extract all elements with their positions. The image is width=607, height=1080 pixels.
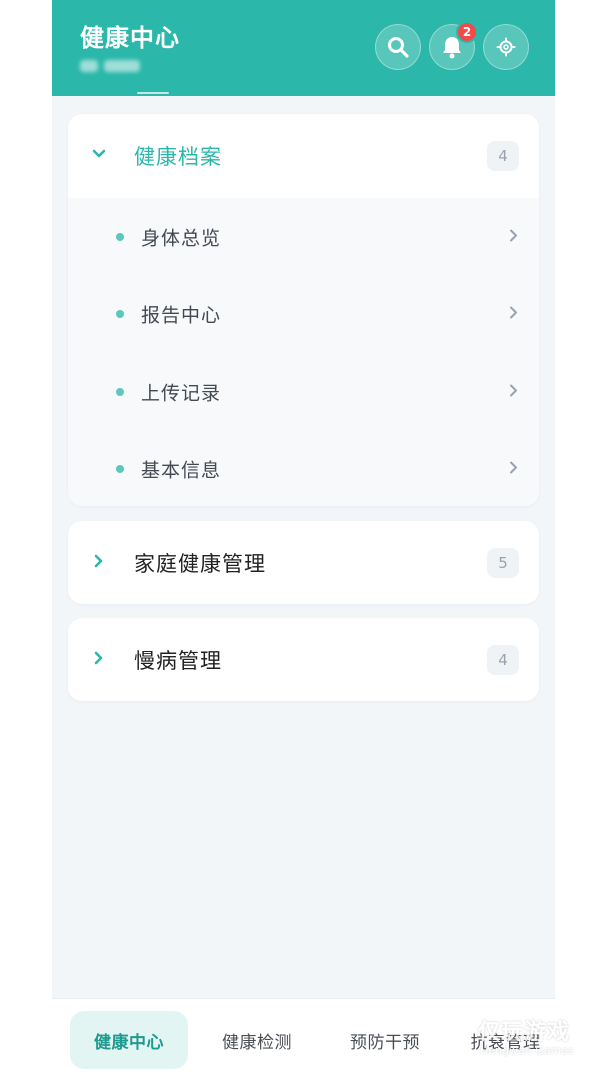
search-button[interactable] <box>375 24 421 70</box>
submenu-label: 报告中心 <box>141 304 222 327</box>
menu-title: 健康档案 <box>134 145 222 169</box>
count-badge: 4 <box>487 644 519 675</box>
chevron-right-icon <box>509 382 519 401</box>
menu-title: 家庭健康管理 <box>134 551 266 576</box>
chevron-right-icon <box>90 552 108 574</box>
menu-header-family-health[interactable]: 家庭健康管理 5 <box>68 521 539 604</box>
notification-badge: 2 <box>456 21 478 43</box>
nav-tab-health-check[interactable]: 健康检测 <box>200 1011 314 1069</box>
bullet-dot <box>116 465 124 474</box>
search-icon <box>386 35 410 59</box>
submenu-list: 身体总览 报告中心 上传记录 基本信息 <box>68 198 539 506</box>
header-divider <box>137 92 169 94</box>
submenu-label: 基本信息 <box>141 459 222 482</box>
page-title: 健康中心 <box>80 24 180 52</box>
submenu-label: 上传记录 <box>141 382 222 405</box>
menu-header-chronic-disease[interactable]: 慢病管理 4 <box>68 618 539 701</box>
user-subtitle-blurred <box>80 58 148 74</box>
app-screen: 健康中心 2 健康档案 4 身体总览 报告中心 上传记录 基本信息 家庭健康管理… <box>52 0 555 1080</box>
nav-tab-health-center[interactable]: 健康中心 <box>70 1011 188 1069</box>
nav-tab-prevention[interactable]: 预防干预 <box>328 1011 442 1069</box>
chevron-right-icon <box>90 649 108 671</box>
gear-icon <box>496 37 516 57</box>
submenu-item-basic-info[interactable]: 基本信息 <box>68 431 539 507</box>
submenu-item-upload-records[interactable]: 上传记录 <box>68 353 539 431</box>
submenu-label: 身体总览 <box>141 227 222 250</box>
chevron-down-icon <box>90 145 108 167</box>
notification-button[interactable]: 2 <box>429 21 478 70</box>
menu-header-health-records[interactable]: 健康档案 4 <box>68 114 539 198</box>
chevron-right-icon <box>509 460 519 479</box>
bullet-dot <box>116 387 124 396</box>
chevron-right-icon <box>509 305 519 324</box>
menu-card-chronic-disease: 慢病管理 4 <box>68 618 539 701</box>
nav-tab-anti-aging[interactable]: 抗衰管理 <box>456 1011 555 1069</box>
menu-title: 慢病管理 <box>134 648 222 673</box>
bullet-dot <box>116 232 124 241</box>
count-badge: 4 <box>487 141 519 171</box>
menu-card-health-records: 健康档案 4 身体总览 报告中心 上传记录 基本信息 <box>68 114 539 506</box>
settings-button[interactable] <box>483 24 529 70</box>
chevron-right-icon <box>509 227 519 246</box>
submenu-item-body-overview[interactable]: 身体总览 <box>68 198 539 276</box>
bottom-navigation: 健康中心 健康检测 预防干预 抗衰管理 <box>52 998 555 1080</box>
menu-card-family-health: 家庭健康管理 5 <box>68 521 539 604</box>
bullet-dot <box>116 310 124 319</box>
submenu-item-report-center[interactable]: 报告中心 <box>68 276 539 354</box>
header-bar: 健康中心 2 <box>52 0 555 96</box>
count-badge: 5 <box>487 547 519 578</box>
